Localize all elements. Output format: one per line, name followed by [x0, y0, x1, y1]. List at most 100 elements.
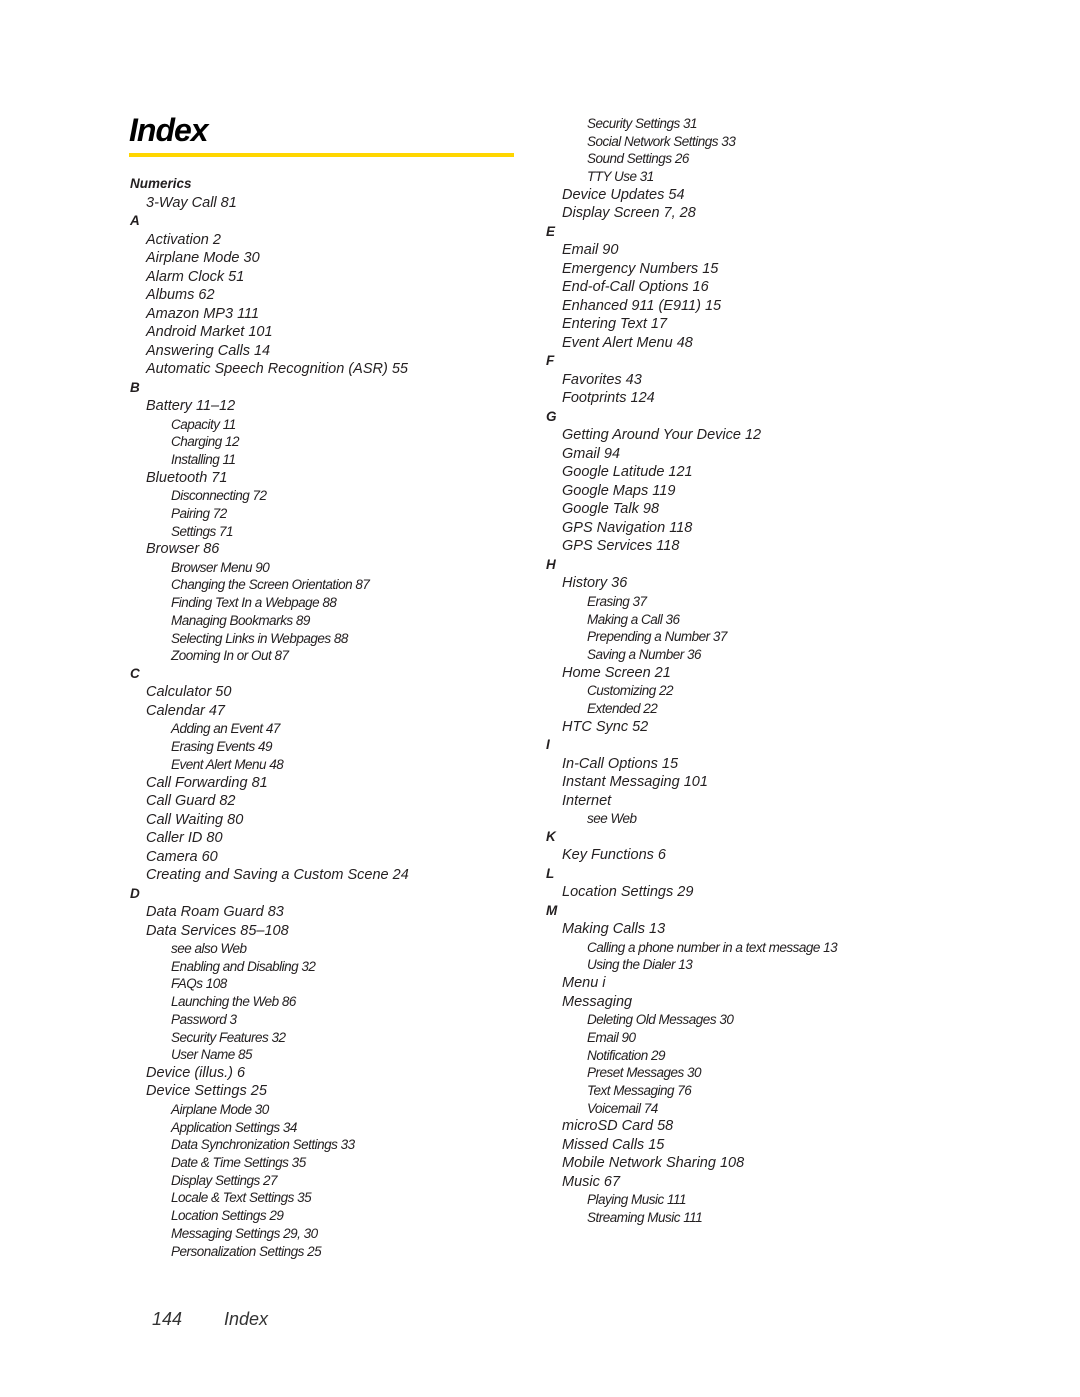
index-subentry[interactable]: see also Web	[129, 940, 409, 958]
index-entry[interactable]: HTC Sync 52	[545, 718, 837, 737]
index-subentry[interactable]: Zooming In or Out 87	[129, 647, 409, 665]
index-entry[interactable]: Getting Around Your Device 12	[545, 426, 837, 445]
index-entry[interactable]: Key Functions 6	[545, 846, 837, 865]
index-entry[interactable]: Creating and Saving a Custom Scene 24	[129, 866, 409, 885]
index-subentry[interactable]: Personalization Settings 25	[129, 1243, 409, 1261]
index-subentry[interactable]: Data Synchronization Settings 33	[129, 1136, 409, 1154]
index-entry[interactable]: Call Guard 82	[129, 792, 409, 811]
index-entry[interactable]: Answering Calls 14	[129, 342, 409, 361]
index-subentry[interactable]: Launching the Web 86	[129, 993, 409, 1011]
index-entry[interactable]: Music 67	[545, 1173, 837, 1192]
index-subentry[interactable]: Text Messaging 76	[545, 1082, 837, 1100]
index-entry[interactable]: Calendar 47	[129, 702, 409, 721]
index-entry[interactable]: Instant Messaging 101	[545, 773, 837, 792]
index-entry[interactable]: Home Screen 21	[545, 664, 837, 683]
index-entry[interactable]: Device (illus.) 6	[129, 1064, 409, 1083]
index-subentry[interactable]: Customizing 22	[545, 682, 837, 700]
index-entry[interactable]: Emergency Numbers 15	[545, 260, 837, 279]
index-subentry[interactable]: Saving a Number 36	[545, 646, 837, 664]
index-entry[interactable]: Alarm Clock 51	[129, 268, 409, 287]
index-subentry[interactable]: Disconnecting 72	[129, 487, 409, 505]
index-entry[interactable]: In-Call Options 15	[545, 755, 837, 774]
index-subentry[interactable]: Date & Time Settings 35	[129, 1154, 409, 1172]
index-subentry[interactable]: Capacity 11	[129, 416, 409, 434]
index-entry[interactable]: Google Maps 119	[545, 482, 837, 501]
index-entry[interactable]: Entering Text 17	[545, 315, 837, 334]
index-entry[interactable]: Airplane Mode 30	[129, 249, 409, 268]
index-entry[interactable]: Google Talk 98	[545, 500, 837, 519]
index-subentry[interactable]: Calling a phone number in a text message…	[545, 939, 838, 957]
index-entry[interactable]: Mobile Network Sharing 108	[545, 1154, 837, 1173]
index-entry[interactable]: Activation 2	[129, 231, 409, 250]
index-entry[interactable]: Data Roam Guard 83	[129, 903, 409, 922]
index-subentry[interactable]: Pairing 72	[129, 505, 409, 523]
index-subentry[interactable]: Locale & Text Settings 35	[129, 1189, 409, 1207]
index-subentry[interactable]: Notification 29	[545, 1047, 837, 1065]
index-subentry[interactable]: Extended 22	[545, 700, 837, 718]
index-entry[interactable]: Enhanced 911 (E911) 15	[545, 297, 837, 316]
index-entry[interactable]: Battery 11–12	[129, 397, 409, 416]
index-subentry[interactable]: Email 90	[545, 1029, 837, 1047]
index-subentry[interactable]: Managing Bookmarks 89	[129, 612, 409, 630]
index-entry[interactable]: GPS Navigation 118	[545, 519, 837, 538]
index-entry[interactable]: Location Settings 29	[545, 883, 837, 902]
index-subentry[interactable]: Application Settings 34	[129, 1119, 409, 1137]
index-entry[interactable]: Call Waiting 80	[129, 811, 409, 830]
index-subentry[interactable]: Sound Settings 26	[545, 150, 837, 168]
index-entry[interactable]: Gmail 94	[545, 445, 837, 464]
index-subentry[interactable]: Display Settings 27	[129, 1172, 409, 1190]
index-subentry[interactable]: Playing Music 111	[545, 1191, 837, 1209]
index-subentry[interactable]: Using the Dialer 13	[545, 956, 837, 974]
index-subentry[interactable]: Enabling and Disabling 32	[129, 958, 409, 976]
index-entry[interactable]: Email 90	[545, 241, 837, 260]
index-subentry[interactable]: Finding Text In a Webpage 88	[129, 594, 409, 612]
index-entry[interactable]: Event Alert Menu 48	[545, 334, 837, 353]
index-subentry[interactable]: Social Network Settings 33	[545, 133, 837, 151]
index-subentry[interactable]: Password 3	[129, 1011, 409, 1029]
index-subentry[interactable]: Preset Messages 30	[545, 1064, 837, 1082]
index-subentry[interactable]: Streaming Music 111	[545, 1209, 837, 1227]
index-entry[interactable]: microSD Card 58	[545, 1117, 837, 1136]
index-subentry[interactable]: Airplane Mode 30	[129, 1101, 409, 1119]
index-entry[interactable]: Menu i	[545, 974, 837, 993]
index-entry[interactable]: Missed Calls 15	[545, 1136, 837, 1155]
index-subentry[interactable]: Settings 71	[129, 523, 409, 541]
index-subentry[interactable]: Voicemail 74	[545, 1100, 837, 1118]
index-entry[interactable]: Device Settings 25	[129, 1082, 409, 1101]
index-entry[interactable]: Android Market 101	[129, 323, 409, 342]
index-subentry[interactable]: FAQs 108	[129, 975, 409, 993]
index-entry[interactable]: History 36	[545, 574, 837, 593]
index-entry[interactable]: Camera 60	[129, 848, 409, 867]
index-subentry[interactable]: Erasing 37	[545, 593, 837, 611]
index-entry[interactable]: Device Updates 54	[545, 186, 837, 205]
index-entry[interactable]: Albums 62	[129, 286, 409, 305]
index-entry[interactable]: Caller ID 80	[129, 829, 409, 848]
index-subentry[interactable]: Erasing Events 49	[129, 738, 409, 756]
index-subentry[interactable]: Prepending a Number 37	[545, 628, 837, 646]
index-entry[interactable]: 3-Way Call 81	[129, 194, 409, 213]
index-entry[interactable]: Amazon MP3 111	[129, 305, 409, 324]
index-entry[interactable]: End-of-Call Options 16	[545, 278, 837, 297]
index-subentry[interactable]: Deleting Old Messages 30	[545, 1011, 837, 1029]
index-entry[interactable]: Google Latitude 121	[545, 463, 837, 482]
index-subentry[interactable]: Location Settings 29	[129, 1207, 409, 1225]
index-subentry[interactable]: Making a Call 36	[545, 611, 837, 629]
index-subentry[interactable]: Adding an Event 47	[129, 720, 409, 738]
index-entry[interactable]: Favorites 43	[545, 371, 837, 390]
index-subentry[interactable]: Security Features 32	[129, 1029, 409, 1047]
index-entry[interactable]: Data Services 85–108	[129, 922, 409, 941]
index-entry[interactable]: Calculator 50	[129, 683, 409, 702]
index-entry[interactable]: Browser 86	[129, 540, 409, 559]
index-subentry[interactable]: see Web	[545, 810, 837, 828]
index-entry[interactable]: Call Forwarding 81	[129, 774, 409, 793]
index-entry[interactable]: GPS Services 118	[545, 537, 837, 556]
index-subentry[interactable]: Charging 12	[129, 433, 409, 451]
index-subentry[interactable]: Security Settings 31	[545, 115, 837, 133]
index-subentry[interactable]: Browser Menu 90	[129, 559, 409, 577]
index-subentry[interactable]: TTY Use 31	[545, 168, 837, 186]
index-subentry[interactable]: Messaging Settings 29, 30	[129, 1225, 409, 1243]
index-entry[interactable]: Making Calls 13	[545, 920, 837, 939]
index-entry[interactable]: Footprints 124	[545, 389, 837, 408]
index-subentry[interactable]: Event Alert Menu 48	[129, 756, 409, 774]
index-subentry[interactable]: Installing 11	[129, 451, 409, 469]
